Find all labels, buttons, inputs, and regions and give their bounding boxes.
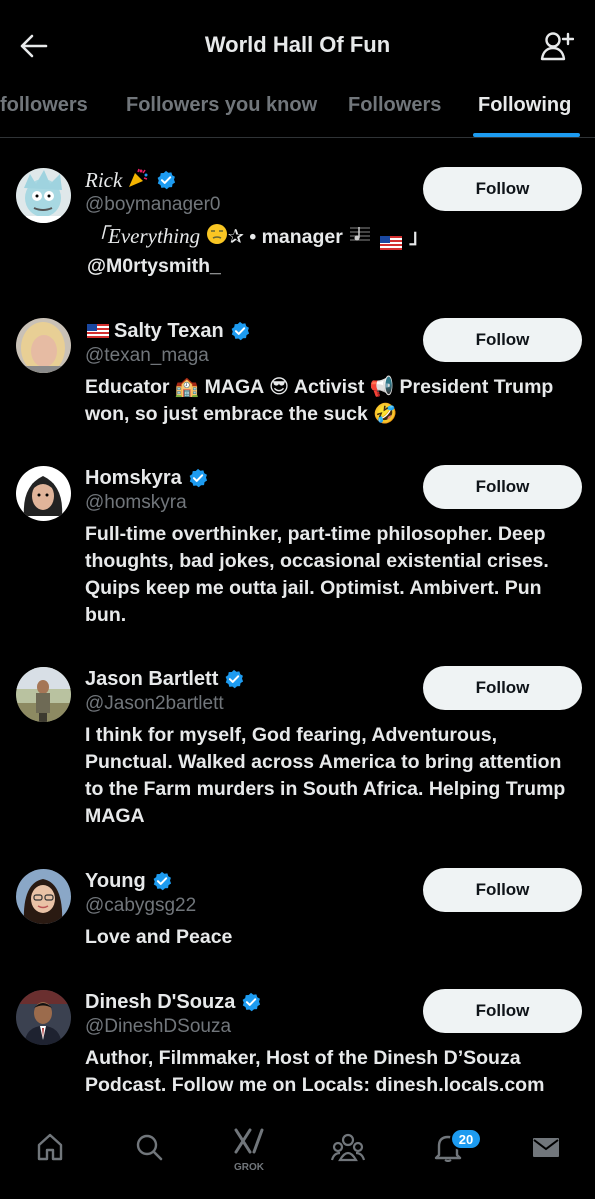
follow-button[interactable]: Follow: [423, 465, 582, 509]
user-handle: @Jason2bartlett: [85, 693, 224, 714]
user-handle: @DineshDSouza: [85, 1016, 232, 1037]
tab-followers-you-know[interactable]: Followers you know: [126, 94, 317, 117]
verified-badge-icon: [231, 321, 249, 341]
top-bar: World Hall Of Fun: [0, 0, 595, 78]
verified-badge-icon: [153, 871, 171, 891]
home-icon[interactable]: [30, 1127, 70, 1167]
avatar[interactable]: [16, 869, 71, 924]
tab-bar: followers Followers you know Followers F…: [0, 78, 595, 138]
user-name: Jason Bartlett: [85, 667, 219, 690]
user-handle: @cabygsg22: [85, 895, 197, 916]
avatar[interactable]: [16, 990, 71, 1045]
user-bio: Author, Filmmaker, Host of the Dinesh D’…: [85, 1047, 545, 1096]
user-bio: Full-time overthinker, part-time philoso…: [85, 523, 549, 626]
notification-count-badge: 20: [450, 1128, 482, 1150]
us-flag-icon: [87, 324, 109, 338]
tab-following[interactable]: Following: [478, 94, 571, 117]
user-name: Rick: [85, 167, 123, 192]
search-icon[interactable]: [129, 1127, 169, 1167]
follow-button[interactable]: Follow: [423, 868, 582, 912]
avatar[interactable]: [16, 667, 71, 722]
avatar[interactable]: [16, 168, 71, 223]
party-popper-icon: [126, 166, 150, 195]
unamused-face-icon: [206, 223, 228, 253]
user-handle: @boymanager0: [85, 194, 221, 215]
user-bio: Love and Peace: [85, 926, 233, 948]
mention-link[interactable]: @M0rtysmith_: [87, 255, 221, 277]
user-bio: I think for myself, God fearing, Adventu…: [85, 724, 566, 827]
follow-button[interactable]: Follow: [423, 989, 582, 1033]
verified-badge-icon: [157, 170, 176, 190]
tab-followers[interactable]: Followers: [348, 94, 441, 117]
follow-button[interactable]: Follow: [423, 666, 582, 710]
user-handle: @homskyra: [85, 492, 187, 513]
verified-badge-icon: [189, 468, 207, 488]
user-name: Young: [85, 869, 146, 892]
communities-icon[interactable]: [328, 1127, 368, 1167]
avatar[interactable]: [16, 466, 71, 521]
follow-button[interactable]: Follow: [423, 167, 582, 211]
page-title: World Hall Of Fun: [204, 32, 391, 57]
add-user-icon[interactable]: [537, 26, 577, 66]
grok-icon[interactable]: [229, 1121, 269, 1161]
verified-badge-icon: [242, 992, 261, 1012]
avatar[interactable]: [16, 318, 71, 373]
us-flag-icon: [379, 231, 402, 250]
tab-verified-followers[interactable]: followers: [0, 94, 88, 117]
user-bio: Educator 🏫 MAGA 😎 Activist 📢 President T…: [85, 376, 554, 425]
grok-label: GROK: [234, 1162, 264, 1173]
user-bio: 「Everything ✰ • manager 」 @M0rtysmith_: [87, 223, 429, 277]
follow-button[interactable]: Follow: [423, 318, 582, 362]
verified-badge-icon: [226, 669, 244, 689]
bottom-nav: [0, 1099, 595, 1199]
music-score-icon: [348, 223, 372, 253]
user-name: Dinesh D'Souza: [85, 990, 236, 1013]
active-tab-indicator: [473, 133, 580, 137]
user-name: Homskyra: [85, 466, 182, 489]
user-name: Salty Texan: [114, 319, 224, 342]
user-handle: @texan_maga: [85, 345, 209, 366]
messages-icon[interactable]: [526, 1127, 566, 1167]
